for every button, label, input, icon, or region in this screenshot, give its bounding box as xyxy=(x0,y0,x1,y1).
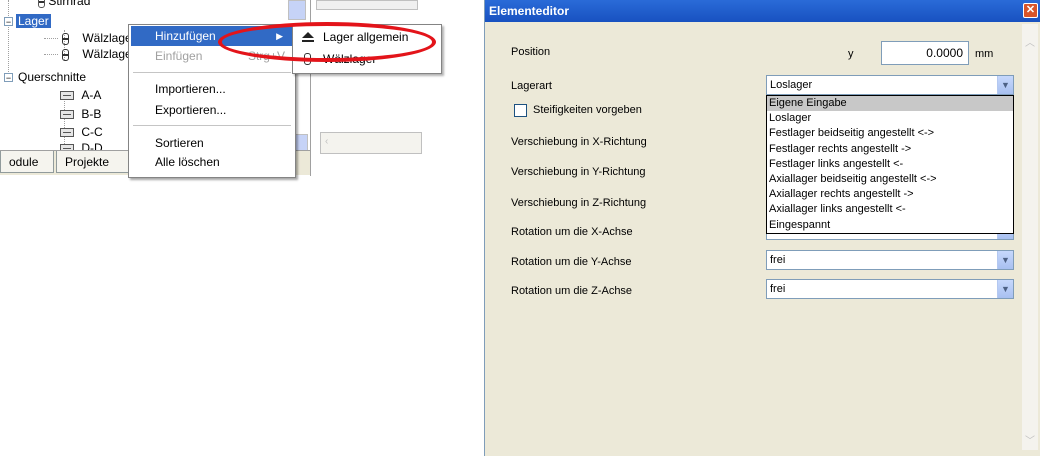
lagerart-option[interactable]: Festlager links angestellt <- xyxy=(767,157,1013,172)
tree-line xyxy=(44,38,58,39)
scroll-left-icon[interactable]: ‹ xyxy=(325,136,328,147)
lagerart-option[interactable]: Eigene Eingabe xyxy=(767,96,1013,112)
collapse-toggle[interactable]: − xyxy=(4,73,13,83)
tab-label: Projekte xyxy=(65,155,110,169)
z-rotation-label: Rotation um die Z-Achse xyxy=(511,285,633,297)
lagerart-select-value: Loslager xyxy=(770,79,813,91)
chevron-down-icon[interactable]: ▼ xyxy=(997,251,1013,269)
menu-item-exportieren[interactable]: Exportieren... xyxy=(131,100,293,120)
window-title: Elementeditor xyxy=(489,4,570,18)
scrollbar-thumb[interactable] xyxy=(288,0,306,20)
section-icon xyxy=(60,110,74,120)
tree-item-label: Lager xyxy=(16,14,51,28)
menu-item-label: Alle löschen xyxy=(155,155,220,169)
collapse-toggle[interactable]: − xyxy=(4,17,13,27)
tab-projekte[interactable]: Projekte xyxy=(56,151,130,173)
tree-item-label: Querschnitte xyxy=(18,70,87,84)
position-label: Position xyxy=(511,46,551,58)
tree-item-b-b[interactable]: B-B xyxy=(60,106,101,122)
tree-item-d-d[interactable]: D-D xyxy=(60,140,103,150)
x-rotation-label: Rotation um die X-Achse xyxy=(511,226,633,238)
close-icon[interactable]: ✕ xyxy=(1023,3,1038,18)
tree-item-label: Stirnrad xyxy=(48,0,91,8)
section-icon xyxy=(60,128,74,138)
tree-item-c-c[interactable]: C-C xyxy=(60,124,103,140)
lagerart-option[interactable]: Axiallager links angestellt <- xyxy=(767,202,1013,217)
tree-line xyxy=(8,0,9,80)
tree-item-stirnrad[interactable]: Stirnrad xyxy=(38,0,90,9)
y-rotation-select[interactable]: frei ▼ xyxy=(766,250,1014,270)
stiffness-label: Steifigkeiten vorgeben xyxy=(533,104,642,116)
menu-item-label: Sortieren xyxy=(155,136,204,150)
menu-item-label: Importieren... xyxy=(155,82,226,96)
menu-item-label: Einfügen xyxy=(155,49,203,63)
menu-item-importieren[interactable]: Importieren... xyxy=(131,79,293,99)
position-unit-label: mm xyxy=(975,48,994,60)
menu-item-alle-loeschen[interactable]: Alle löschen xyxy=(131,152,293,172)
tree-item-label: D-D xyxy=(81,141,103,150)
lagerart-option[interactable]: Loslager xyxy=(767,111,1013,126)
chevron-down-icon[interactable]: ▼ xyxy=(997,280,1013,298)
highlight-ellipse xyxy=(218,22,436,62)
panel-top-edge xyxy=(316,0,418,10)
z-displacement-label: Verschiebung in Z-Richtung xyxy=(511,197,647,209)
tree-item-lager[interactable]: Lager xyxy=(16,13,51,29)
x-displacement-label: Verschiebung in X-Richtung xyxy=(511,136,647,148)
title-bar: Elementeditor ✕ xyxy=(485,0,1040,22)
y-rotation-label: Rotation um die Y-Achse xyxy=(511,256,632,268)
menu-separator xyxy=(133,72,291,73)
chevron-down-icon[interactable]: ▼ xyxy=(997,76,1013,94)
tree-item-label: A-A xyxy=(81,88,102,102)
lagerart-option[interactable]: Axiallager beidseitig angestellt <-> xyxy=(767,172,1013,187)
lagerart-dropdown-list: Eigene Eingabe Loslager Festlager beidse… xyxy=(766,95,1014,234)
tab-module[interactable]: odule xyxy=(0,151,54,173)
tree-item-label: B-B xyxy=(81,107,102,121)
menu-separator xyxy=(133,125,291,126)
lagerart-option[interactable]: Festlager rechts angestellt -> xyxy=(767,142,1013,157)
tree-item-querschnitte[interactable]: Querschnitte xyxy=(18,69,86,85)
gear-icon xyxy=(38,0,45,8)
position-input[interactable]: 0.0000 xyxy=(881,41,969,65)
bearing-icon xyxy=(62,48,69,61)
bearing-icon xyxy=(62,32,69,45)
tree-item-waelzlager-1[interactable]: Wälzlager xyxy=(62,30,136,46)
tree-item-label: C-C xyxy=(81,125,103,139)
z-rotation-value: frei xyxy=(770,283,786,295)
section-icon xyxy=(60,91,74,101)
position-axis-label: y xyxy=(848,48,854,60)
tree-item-a-a[interactable]: A-A xyxy=(60,87,101,103)
tab-label: odule xyxy=(9,155,39,169)
lagerart-option[interactable]: Eingespannt xyxy=(767,218,1013,233)
horizontal-scrollbar[interactable]: ‹ xyxy=(320,132,422,154)
scroll-up-icon[interactable]: ︿ xyxy=(1024,34,1036,49)
tree-line xyxy=(44,54,58,55)
lagerart-label: Lagerart xyxy=(511,80,552,92)
menu-item-sortieren[interactable]: Sortieren xyxy=(131,133,293,153)
y-displacement-label: Verschiebung in Y-Richtung xyxy=(511,166,646,178)
vertical-scrollbar[interactable]: ︿ ﹀ xyxy=(1022,24,1038,450)
menu-item-label: Hinzufügen xyxy=(155,29,216,43)
stiffness-checkbox[interactable] xyxy=(514,104,527,117)
tree-item-waelzlager-2[interactable]: Wälzlager xyxy=(62,46,136,62)
lagerart-select[interactable]: Loslager ▼ xyxy=(766,75,1014,95)
element-editor-window: Elementeditor ✕ ︿ ﹀ Position y 0.0000 mm… xyxy=(484,0,1040,456)
scroll-down-icon[interactable]: ﹀ xyxy=(1024,432,1036,447)
lagerart-option[interactable]: Festlager beidseitig angestellt <-> xyxy=(767,126,1013,141)
y-rotation-value: frei xyxy=(770,254,786,266)
lagerart-option[interactable]: Axiallager rechts angestellt -> xyxy=(767,187,1013,202)
menu-item-label: Exportieren... xyxy=(155,103,227,117)
z-rotation-select[interactable]: frei ▼ xyxy=(766,279,1014,299)
